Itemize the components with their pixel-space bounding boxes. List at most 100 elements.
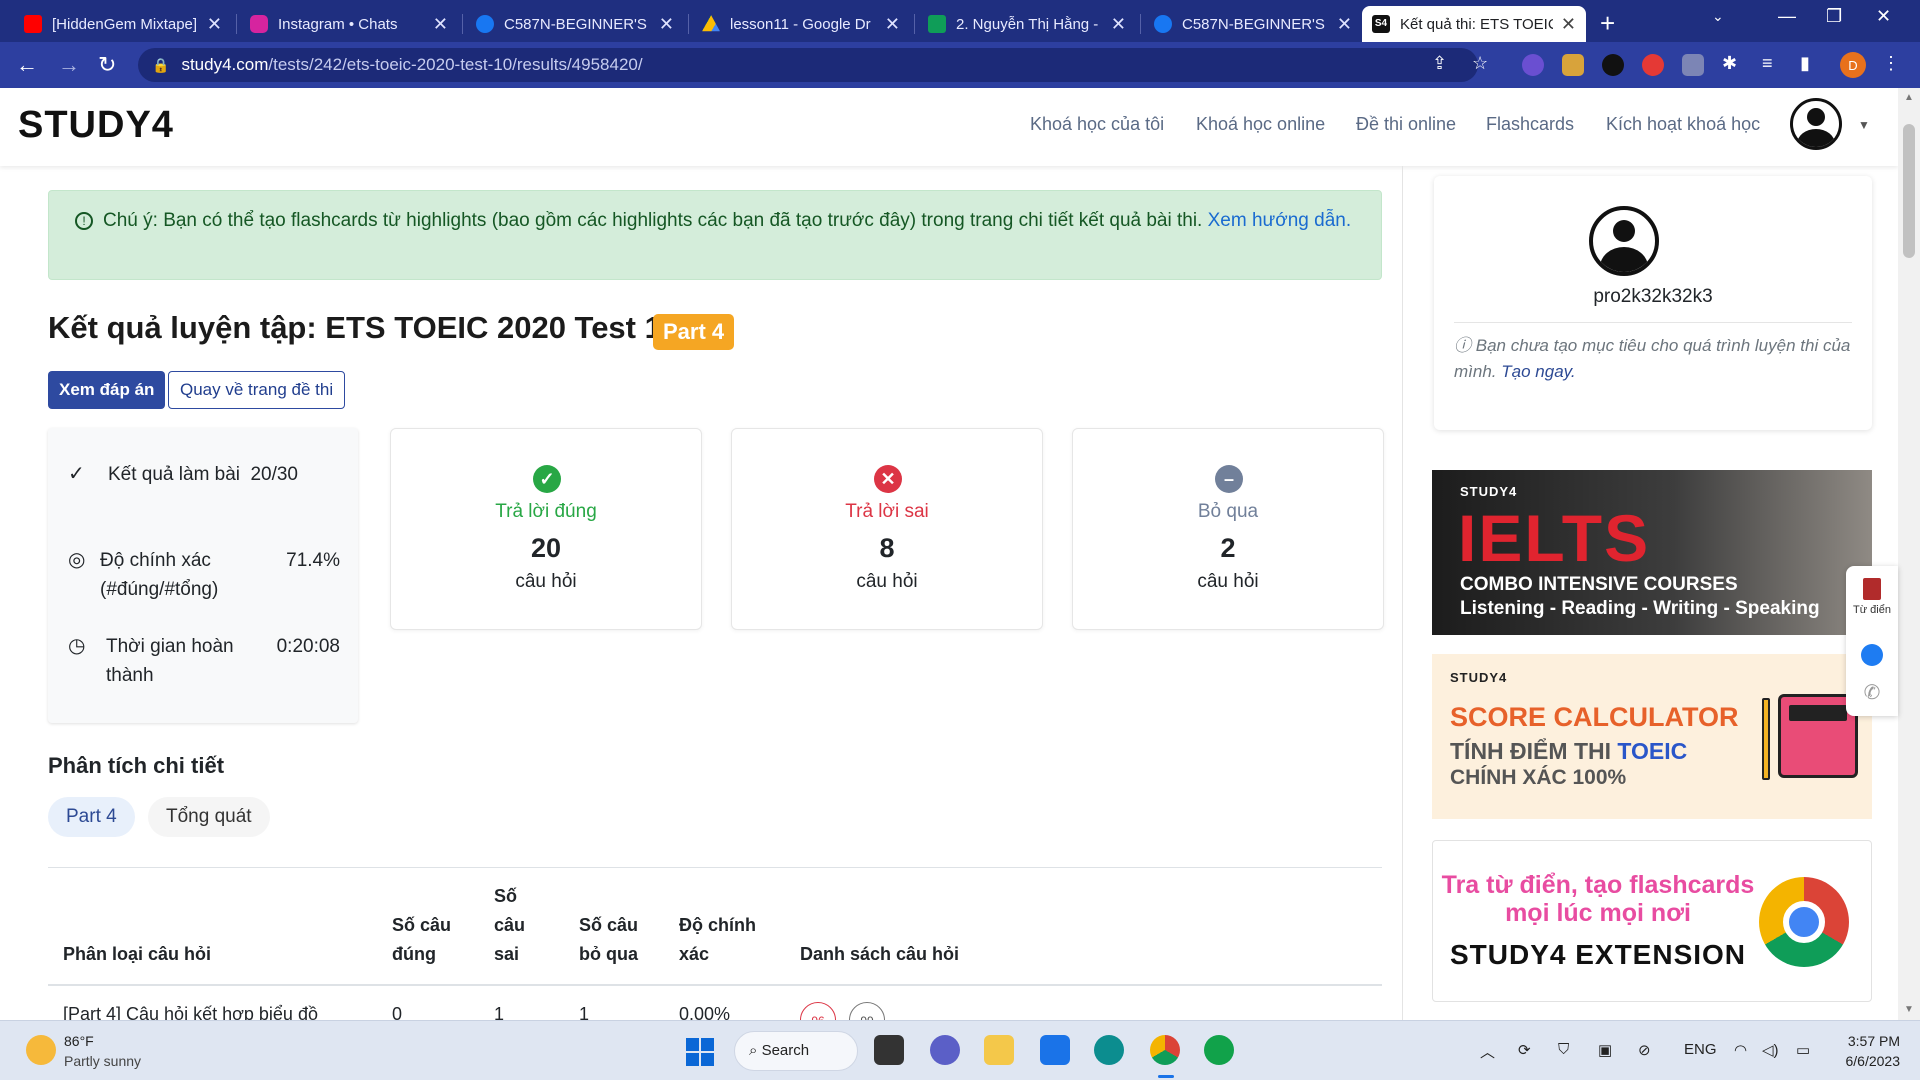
back-to-test-button[interactable]: Quay về trang đề thi: [168, 371, 346, 409]
create-goal-link[interactable]: Tạo ngay.: [1501, 362, 1575, 381]
floating-tools: Từ điển ✆: [1846, 566, 1898, 716]
sync-icon[interactable]: ⟳: [1518, 1041, 1531, 1059]
dictionary-icon[interactable]: [1863, 578, 1881, 600]
minus-circle-icon: –: [1215, 465, 1243, 493]
phone-icon[interactable]: ✆: [1846, 680, 1898, 705]
extension-icon[interactable]: [1642, 54, 1664, 76]
user-avatar[interactable]: [1790, 98, 1842, 150]
browser-tab[interactable]: C587N-BEGINNER'S T ✕: [466, 6, 684, 42]
google-drive-icon: [702, 15, 720, 32]
new-tab-icon[interactable]: +: [1600, 8, 1615, 39]
app-icon[interactable]: [1204, 1035, 1234, 1065]
language-indicator[interactable]: ENG: [1684, 1041, 1717, 1058]
media-control-icon[interactable]: ≡: [1762, 53, 1773, 74]
taskbar-clock[interactable]: 3:57 PM 6/6/2023: [1820, 1031, 1901, 1071]
profile-avatar[interactable]: [1589, 206, 1659, 276]
extension-icon[interactable]: [1682, 54, 1704, 76]
browser-menu-icon[interactable]: ⋮: [1882, 53, 1900, 74]
guide-link[interactable]: Xem hướng dẫn.: [1208, 210, 1351, 231]
reload-icon[interactable]: ↻: [98, 52, 116, 78]
score-calculator-banner[interactable]: STUDY4 SCORE CALCULATOR TÍNH ĐIỂM THI TO…: [1432, 654, 1872, 819]
ielts-banner[interactable]: STUDY4 IELTS COMBO INTENSIVE COURSES Lis…: [1432, 470, 1872, 635]
target-icon: ◎: [68, 549, 86, 571]
tab-search-icon[interactable]: ⌄: [1712, 8, 1724, 25]
edge-icon[interactable]: [1094, 1035, 1124, 1065]
flashcard-notice: ! Chú ý: Bạn có thể tạo flashcards từ hig…: [48, 190, 1382, 280]
browser-tab[interactable]: Instagram • Chats ✕: [240, 6, 458, 42]
close-tab-icon[interactable]: ✕: [207, 14, 222, 35]
nav-my-courses[interactable]: Khoá học của tôi: [1030, 114, 1164, 135]
share-icon[interactable]: ⇪: [1432, 53, 1447, 74]
nav-online-courses[interactable]: Khoá học online: [1196, 114, 1325, 135]
browser-tab[interactable]: [HiddenGem Mixtape] ✕: [14, 6, 232, 42]
close-tab-icon[interactable]: ✕: [1111, 14, 1126, 35]
minimize-icon[interactable]: —: [1778, 6, 1796, 27]
security-shield-icon[interactable]: ⛉: [1558, 1041, 1569, 1058]
goal-message: ⓘ Bạn chưa tạo mục tiêu cho quá trình lu…: [1454, 336, 1851, 381]
extensions-puzzle-icon[interactable]: ✱: [1722, 53, 1737, 74]
store-icon[interactable]: [1040, 1035, 1070, 1065]
browser-tab[interactable]: 2. Nguyễn Thị Hằng - ✕: [918, 6, 1136, 42]
close-tab-icon[interactable]: ✕: [885, 14, 900, 35]
side-panel-icon[interactable]: ▮: [1800, 53, 1810, 74]
teams-icon[interactable]: ▣: [1598, 1041, 1612, 1059]
task-view-icon[interactable]: [874, 1035, 904, 1065]
extension-icon[interactable]: [1522, 54, 1544, 76]
close-tab-icon[interactable]: ✕: [1337, 14, 1352, 35]
nav-online-tests[interactable]: Đề thi online: [1356, 114, 1456, 135]
messenger-icon[interactable]: [1861, 644, 1883, 666]
info-icon: ⓘ: [1454, 336, 1471, 355]
instagram-icon: [250, 15, 268, 33]
browser-tab[interactable]: C587N-BEGINNER'S T ✕: [1144, 6, 1362, 42]
profile-divider: [1454, 322, 1852, 323]
battery-icon[interactable]: ▭: [1796, 1041, 1810, 1059]
forward-icon[interactable]: →: [58, 52, 80, 78]
address-bar-row: ← → ↻ 🔒 study4.com/tests/242/ets-toeic-2…: [0, 42, 1920, 88]
chrome-taskbar-icon[interactable]: [1150, 1035, 1180, 1065]
close-tab-icon[interactable]: ✕: [433, 14, 448, 35]
nav-flashcards[interactable]: Flashcards: [1486, 114, 1574, 135]
page-scrollbar[interactable]: ▲ ▼: [1898, 88, 1920, 1020]
url-input[interactable]: 🔒 study4.com/tests/242/ets-toeic-2020-te…: [138, 48, 1478, 82]
browser-profile-avatar[interactable]: D: [1840, 52, 1866, 78]
col-header-wrong: Số câu sai: [494, 886, 526, 964]
col-header-category: Phân loại câu hỏi: [63, 944, 212, 964]
chevron-down-icon[interactable]: ▼: [1858, 118, 1870, 132]
scrollbar-thumb[interactable]: [1903, 124, 1915, 258]
nav-activate-course[interactable]: Kích hoạt khoá học: [1606, 114, 1760, 135]
chat-icon[interactable]: [930, 1035, 960, 1065]
col-header-correct: Số câu đúng: [392, 915, 452, 964]
back-icon[interactable]: ←: [16, 52, 38, 78]
study4-logo[interactable]: STUDY4: [18, 104, 174, 147]
wifi-icon[interactable]: ◠: [1734, 1041, 1747, 1059]
windows-start-icon[interactable]: [686, 1038, 714, 1066]
result-summary: ✓ Kết quả làm bài 20/30 ◎ Độ chính xác (…: [48, 428, 358, 723]
study4-icon: S4: [1372, 15, 1390, 33]
tab-part4[interactable]: Part 4: [48, 797, 135, 837]
browser-tab[interactable]: lesson11 - Google Dr ✕: [692, 6, 910, 42]
close-window-icon[interactable]: ✕: [1876, 6, 1891, 27]
bookmark-star-icon[interactable]: ☆: [1472, 53, 1488, 74]
chevron-up-icon[interactable]: ︿: [1480, 1041, 1495, 1062]
view-answers-button[interactable]: Xem đáp án: [48, 371, 166, 409]
summary-score: ✓ Kết quả làm bài 20/30: [68, 460, 348, 518]
extension-icon[interactable]: [1602, 54, 1624, 76]
info-icon: !: [75, 212, 93, 230]
file-explorer-icon[interactable]: [984, 1035, 1014, 1065]
pencil-icon: [1762, 698, 1770, 780]
tab-overview[interactable]: Tổng quát: [148, 797, 270, 837]
scroll-up-icon[interactable]: ▲: [1904, 92, 1914, 103]
weather-sun-icon[interactable]: [26, 1035, 56, 1065]
close-tab-icon[interactable]: ✕: [1561, 14, 1576, 35]
restore-icon[interactable]: ❐: [1826, 6, 1842, 27]
network-off-icon[interactable]: ⊘: [1638, 1041, 1651, 1059]
volume-icon[interactable]: ◁): [1762, 1041, 1779, 1059]
study4-extension-banner[interactable]: Tra từ điển, tạo flashcards mọi lúc mọi …: [1432, 840, 1872, 1002]
browser-tab-active[interactable]: S4 Kết quả thi: ETS TOEIC ✕: [1362, 6, 1586, 42]
scroll-down-icon[interactable]: ▼: [1904, 1004, 1914, 1015]
summary-time: ◷ Thời gian hoàn thành 0:20:08: [68, 632, 348, 690]
close-tab-icon[interactable]: ✕: [659, 14, 674, 35]
stat-card-correct: ✓ Trả lời đúng 20 câu hỏi: [390, 428, 702, 630]
extension-icon[interactable]: [1562, 54, 1584, 76]
taskbar-search[interactable]: ⌕ Search: [734, 1031, 858, 1071]
